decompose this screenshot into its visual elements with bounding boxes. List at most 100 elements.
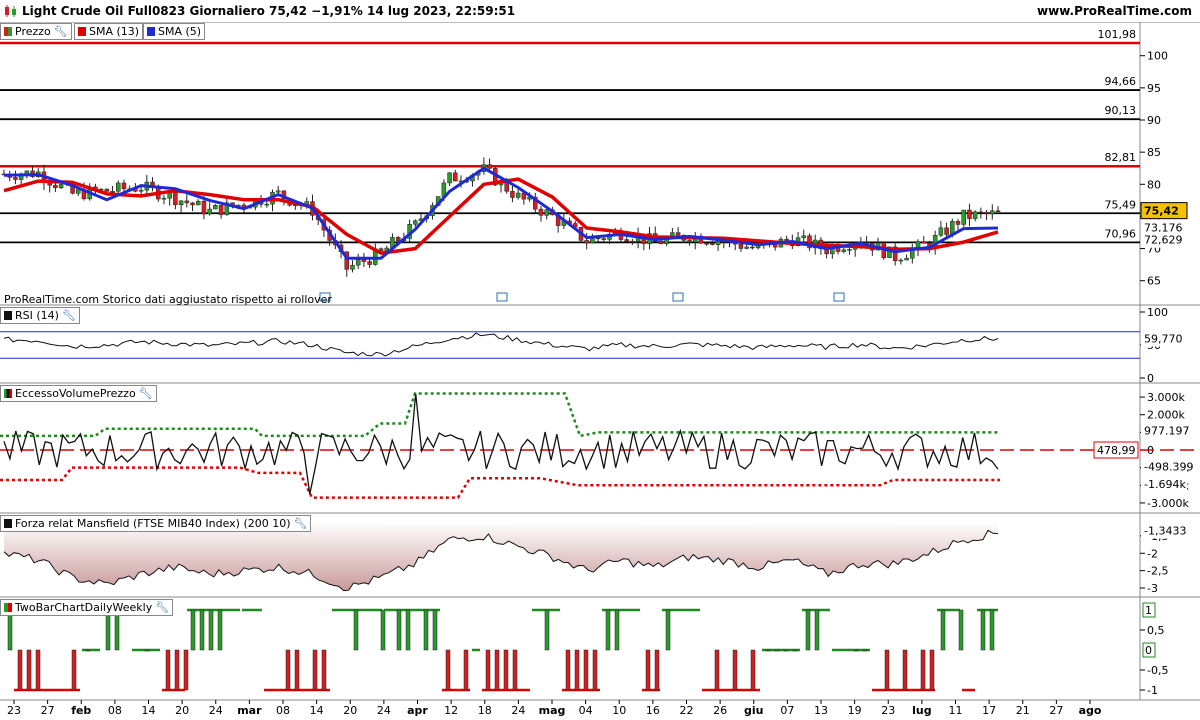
wrench-icon[interactable]: 🔧︎: [62, 308, 76, 323]
twobar-bar: [423, 609, 429, 651]
twobar-bar: [920, 649, 926, 691]
legend-rsi[interactable]: RSI (14) 🔧︎: [0, 307, 80, 324]
level-label: 70,96: [1105, 227, 1137, 240]
candle-body: [178, 200, 184, 206]
evp-line: [3, 393, 999, 495]
twobar-bar: [190, 609, 196, 651]
x-axis-label: 12: [444, 704, 458, 717]
legend-twobar[interactable]: TwoBarChartDailyWeekly 🔧︎: [0, 599, 174, 616]
twobar-bar: [732, 649, 738, 691]
candle-body: [710, 243, 715, 245]
candle-body: [213, 205, 218, 210]
candle-body: [264, 203, 270, 206]
candle-body: [544, 209, 549, 216]
legend-sma13-label: SMA (13): [89, 25, 140, 38]
evp-upper-value: 977.197: [1144, 425, 1190, 438]
candle-body: [53, 184, 58, 188]
mansfield-area: [4, 522, 998, 591]
legend-mansfield[interactable]: Forza relat Mansfield (FTSE MIB40 Index)…: [0, 515, 312, 532]
color-swatch: [4, 603, 12, 612]
twobar-bar: [71, 649, 77, 691]
candle-body: [173, 192, 178, 206]
twobar-bar: [980, 609, 986, 651]
legend-mansfield-label: Forza relat Mansfield (FTSE MIB40 Index)…: [15, 517, 291, 530]
candle-body: [715, 240, 721, 245]
twobar-bar: [208, 609, 214, 651]
level-label: 101,98: [1098, 28, 1137, 41]
candle-body: [744, 246, 749, 249]
x-axis-label: feb: [71, 704, 91, 717]
price-axis-label: 80: [1147, 178, 1161, 191]
legend-prezzo-label: Prezzo: [15, 25, 51, 38]
chart-canvas[interactable]: 10095908580757065101,9894,6690,1382,8175…: [0, 0, 1200, 720]
twobar-bar: [750, 649, 756, 691]
candle-body: [350, 264, 355, 270]
candle-body: [218, 205, 224, 215]
twobar-bar: [958, 609, 964, 651]
legend-sma5-label: SMA (5): [158, 25, 202, 38]
x-axis-label: 17: [982, 704, 996, 717]
candle-body: [413, 220, 418, 225]
legend-sma13[interactable]: SMA (13): [74, 23, 144, 40]
twobar-bar: [714, 649, 720, 691]
x-axis-label: ago: [1079, 704, 1102, 717]
twobar-bar: [929, 649, 935, 691]
twobar-bar: [285, 649, 291, 691]
twobar-axis-label: -1: [1147, 684, 1158, 697]
x-axis-label: 08: [276, 704, 290, 717]
x-axis-label: lug: [912, 704, 931, 717]
candle-body: [510, 191, 515, 198]
twobar-bar: [321, 649, 327, 691]
x-axis-label: 20: [343, 704, 357, 717]
candle-body: [601, 238, 607, 240]
candle-body: [904, 257, 909, 261]
twobar-bar: [853, 649, 859, 652]
twobar-axis-label: 0,5: [1147, 624, 1165, 637]
candle-body: [361, 259, 367, 262]
twobar-bar: [783, 649, 789, 652]
wrench-icon[interactable]: 🔧︎: [54, 24, 68, 39]
candle-body: [921, 241, 926, 244]
twobar-bar: [183, 649, 189, 691]
twobar-mid-value: 0: [1145, 644, 1152, 657]
rollover-note: ProRealTime.com Storico dati aggiustato …: [4, 293, 332, 306]
candle-body: [687, 240, 692, 243]
legend-rsi-label: RSI (14): [15, 309, 59, 322]
x-axis-label: 23: [7, 704, 21, 717]
rsi-line: [3, 332, 999, 357]
wrench-icon[interactable]: 🔧︎: [155, 600, 169, 615]
legend-sma5[interactable]: SMA (5): [143, 23, 206, 40]
twobar-bar: [583, 649, 589, 691]
x-axis-label: 14: [310, 704, 324, 717]
x-axis-label: 16: [646, 704, 660, 717]
candle-body: [630, 240, 635, 243]
candle-body: [658, 240, 664, 245]
candle-body: [121, 182, 127, 190]
color-swatch: [78, 27, 86, 36]
twobar-bar: [814, 609, 820, 651]
candle-body: [13, 177, 18, 180]
candle-body: [944, 227, 949, 235]
evp-axis-label: -3.000k: [1147, 497, 1189, 510]
wrench-icon[interactable]: 🔧︎: [294, 516, 308, 531]
color-swatch: [4, 389, 12, 398]
twobar-bar: [114, 609, 120, 651]
candle-body: [898, 259, 904, 262]
x-axis-label: mag: [539, 704, 566, 717]
x-axis-label: 27: [41, 704, 55, 717]
candle-body: [275, 190, 281, 193]
color-swatch: [4, 519, 12, 528]
twobar-bar: [512, 649, 518, 691]
candle-body: [138, 189, 144, 192]
wrench-icon[interactable]: 🔧︎: [139, 386, 153, 401]
evp-lower-value: -1.694k: [1144, 478, 1186, 491]
rsi-axis-label: 0: [1147, 372, 1154, 385]
price-axis-label: 90: [1147, 114, 1161, 127]
candle-body: [453, 172, 458, 182]
candle-body: [978, 211, 984, 214]
legend-prezzo[interactable]: Prezzo 🔧︎: [0, 23, 72, 40]
legend-evp[interactable]: EccessoVolumePrezzo 🔧︎: [0, 385, 157, 402]
x-axis-label: 08: [108, 704, 122, 717]
twobar-bar: [432, 609, 438, 651]
x-axis-label: 26: [713, 704, 727, 717]
